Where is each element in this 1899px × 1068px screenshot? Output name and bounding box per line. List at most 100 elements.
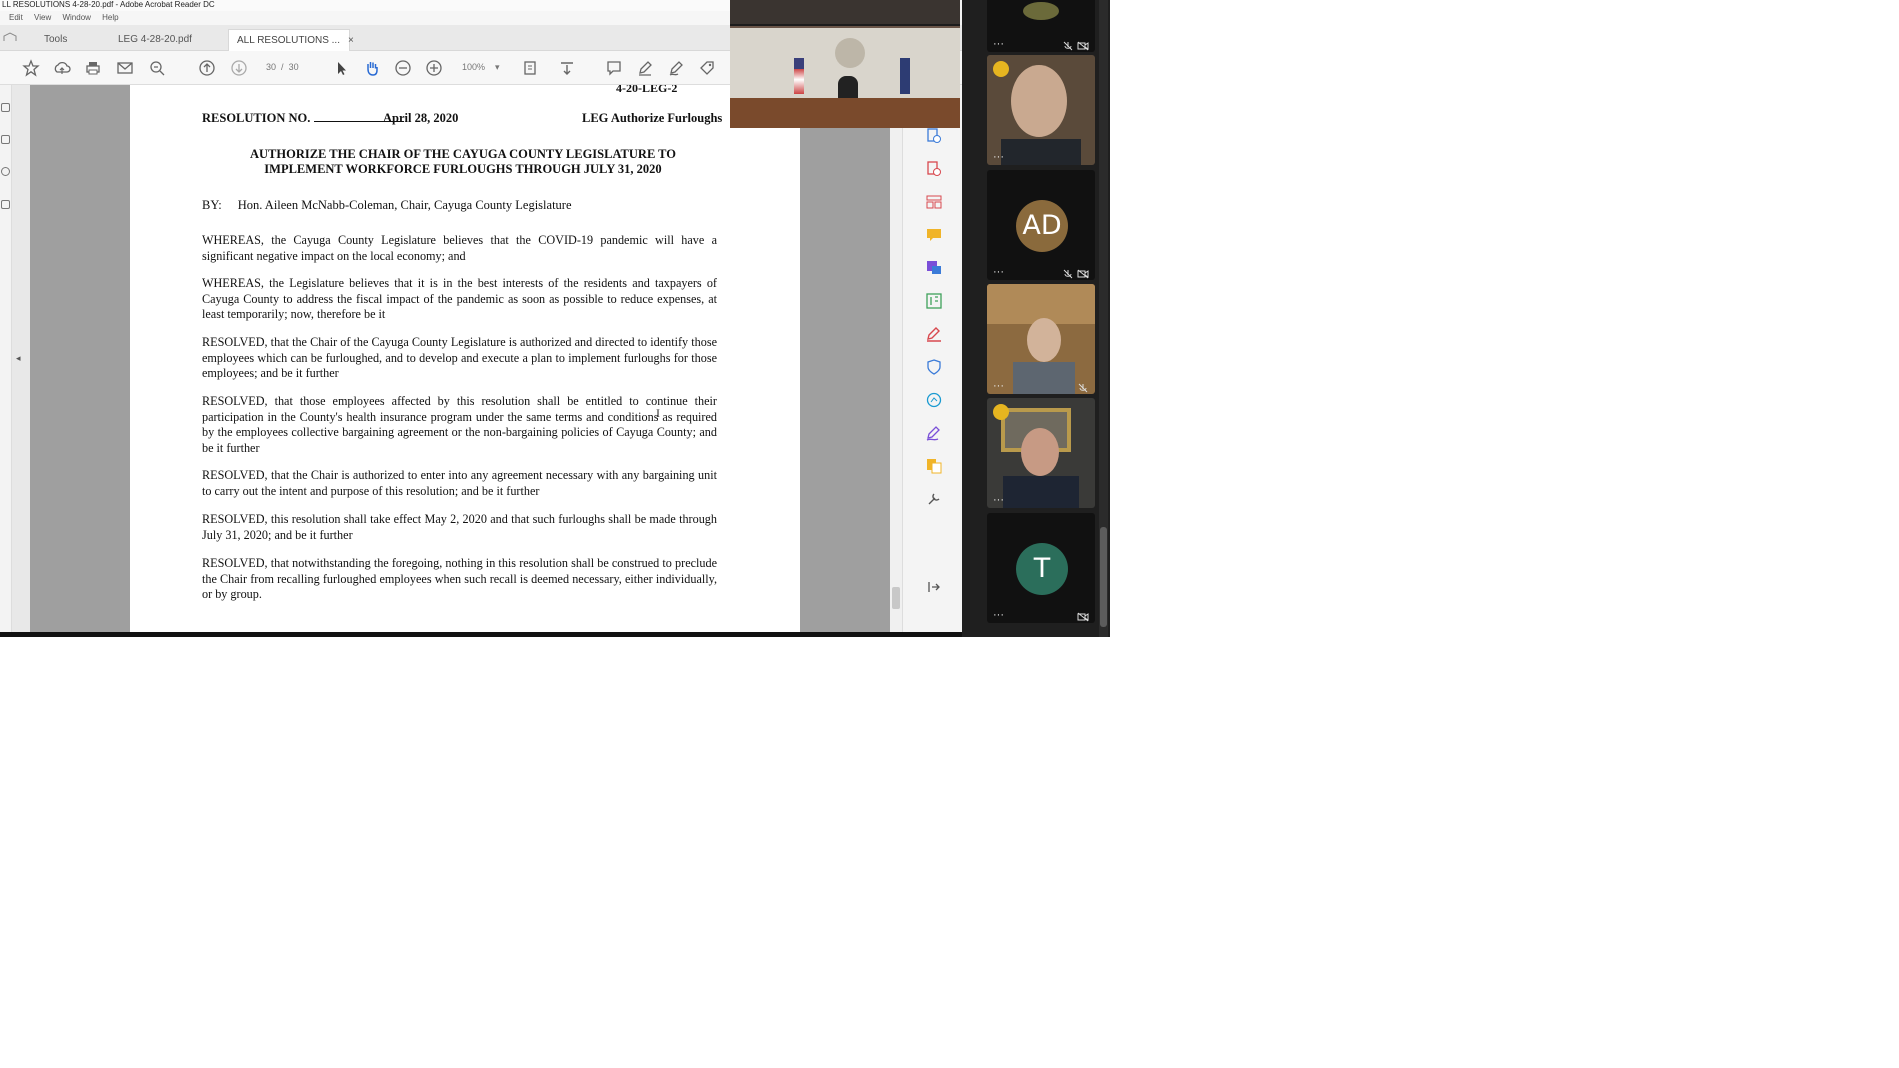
close-tab-icon[interactable]: × — [348, 35, 354, 46]
text-cursor-icon: I — [656, 406, 660, 420]
scroll-mode-icon[interactable] — [558, 59, 576, 77]
fit-page-icon[interactable] — [522, 59, 540, 77]
camera-off-icon — [1077, 38, 1089, 51]
resolved-paragraph-2: RESOLVED, that those employees affected … — [202, 394, 717, 455]
highlight-pen-icon[interactable] — [636, 59, 654, 77]
gallery-scrollbar[interactable] — [1099, 0, 1108, 637]
organize-pages-icon[interactable] — [926, 194, 942, 210]
vertical-scrollbar[interactable] — [890, 85, 902, 632]
resolution-title: AUTHORIZE THE CHAIR OF THE CAYUGA COUNTY… — [190, 147, 736, 177]
title-line-2: IMPLEMENT WORKFORCE FURLOUGHS THROUGH JU… — [264, 162, 662, 176]
avatar: AD — [1016, 200, 1068, 252]
camera-off-icon — [1077, 266, 1089, 279]
participant-tile[interactable]: T ··· — [987, 513, 1095, 623]
bookmark-icon[interactable] — [1, 103, 10, 112]
tools-pane — [902, 85, 962, 632]
menu-window[interactable]: Window — [62, 13, 90, 22]
page-number-field[interactable]: 30 / 30 — [266, 62, 299, 72]
participant-video — [1011, 65, 1067, 137]
state-flag-image — [900, 58, 910, 94]
page-down-icon[interactable] — [230, 59, 248, 77]
tab-tools[interactable]: Tools — [36, 29, 75, 51]
edit-pdf-icon[interactable] — [926, 293, 942, 309]
screen-capture: LL RESOLUTIONS 4-28-20.pdf - Adobe Acrob… — [0, 0, 1110, 637]
zoom-out-icon[interactable] — [394, 59, 412, 77]
sponsor-line: BY: Hon. Aileen McNabb-Coleman, Chair, Ca… — [202, 198, 572, 213]
zoom-in-icon[interactable] — [425, 59, 443, 77]
comment-tool-icon[interactable] — [926, 227, 942, 243]
menu-bar: Edit View Window Help — [0, 11, 730, 25]
legislature-desk-image — [730, 98, 960, 128]
participant-tile[interactable]: AD ··· — [987, 170, 1095, 280]
participant-clothing — [1013, 362, 1075, 394]
participant-clothing — [1003, 476, 1079, 508]
tab-all-resolutions[interactable]: ALL RESOLUTIONS ... × — [228, 29, 354, 51]
combine-files-icon[interactable] — [926, 458, 942, 474]
participant-tile[interactable]: ··· — [987, 0, 1095, 52]
create-pdf-icon[interactable] — [926, 128, 942, 144]
more-tools-icon[interactable] — [926, 491, 942, 507]
home-icon — [3, 32, 17, 41]
export-pdf-icon[interactable] — [926, 161, 942, 177]
room-video-feed[interactable] — [730, 0, 960, 128]
zoom-level-select[interactable]: 100% ▾ — [462, 62, 500, 73]
expand-left-pane-icon[interactable]: ◂ — [16, 353, 21, 364]
fill-sign-icon[interactable] — [926, 326, 942, 342]
participant-tile[interactable]: ··· — [987, 398, 1095, 508]
resolution-date: April 28, 2020 — [383, 111, 459, 125]
home-tab-stub[interactable] — [0, 29, 20, 51]
page-up-icon[interactable] — [198, 59, 216, 77]
top-video-strip — [730, 0, 960, 26]
menu-help[interactable]: Help — [102, 13, 118, 22]
more-options-icon[interactable]: ··· — [993, 495, 1004, 506]
participant-tile[interactable]: ··· — [987, 284, 1095, 394]
measure-icon[interactable] — [926, 392, 942, 408]
star-icon[interactable] — [22, 59, 40, 77]
resolution-number-label: RESOLUTION NO. — [202, 111, 405, 126]
more-options-icon[interactable]: ··· — [993, 152, 1004, 163]
window-title: LL RESOLUTIONS 4-28-20.pdf - Adobe Acrob… — [0, 0, 730, 11]
more-options-icon[interactable]: ··· — [993, 610, 1004, 621]
avatar: T — [1016, 543, 1068, 595]
gallery-scrollbar-thumb[interactable] — [1100, 527, 1107, 627]
menu-view[interactable]: View — [34, 13, 51, 22]
attachment-icon[interactable] — [1, 167, 10, 176]
scrollbar-thumb[interactable] — [892, 587, 900, 609]
title-line-1: AUTHORIZE THE CHAIR OF THE CAYUGA COUNTY… — [249, 147, 677, 161]
taskbar-edge — [0, 632, 962, 637]
document-view[interactable]: ◂ 4-20-LEG-2 RESOLUTION NO. April 28, 20… — [12, 85, 902, 632]
sign-pen-icon[interactable] — [926, 425, 942, 441]
print-icon[interactable] — [84, 59, 102, 77]
zoom-level: 100% — [462, 62, 486, 72]
cloud-upload-icon[interactable] — [53, 59, 71, 77]
protect-icon[interactable] — [926, 359, 942, 375]
left-navigation-pane — [0, 85, 12, 632]
tag-icon[interactable] — [698, 59, 716, 77]
sponsor-name: Hon. Aileen McNabb-Coleman, Chair, Cayug… — [237, 198, 572, 212]
hand-icon[interactable] — [363, 59, 381, 77]
speaking-indicator-icon — [993, 61, 1009, 77]
select-arrow-icon[interactable] — [332, 59, 350, 77]
more-options-icon[interactable]: ··· — [993, 267, 1004, 278]
participant-video — [1023, 2, 1059, 20]
pdf-page: 4-20-LEG-2 RESOLUTION NO. April 28, 2020… — [130, 85, 800, 632]
comment-icon[interactable] — [605, 59, 623, 77]
collapse-pane-icon[interactable] — [926, 579, 942, 595]
more-options-icon[interactable]: ··· — [993, 381, 1004, 392]
mail-icon[interactable] — [116, 59, 134, 77]
right-gutter: ◂ — [800, 85, 902, 632]
zoom-out-search-icon[interactable] — [148, 59, 166, 77]
page-thumbnails-icon[interactable] — [1, 135, 10, 144]
sign-icon[interactable] — [667, 59, 685, 77]
participant-tile[interactable]: ··· — [987, 55, 1095, 165]
resolved-paragraph-5: RESOLVED, that notwithstanding the foreg… — [202, 556, 717, 601]
more-options-icon[interactable]: ··· — [993, 39, 1004, 50]
tab-leg-pdf[interactable]: LEG 4-28-20.pdf — [110, 29, 200, 51]
participant-gallery: ··· ··· AD ··· ··· ··· T ··· — [962, 0, 1110, 637]
send-sign-icon[interactable] — [926, 260, 942, 276]
menu-edit[interactable]: Edit — [9, 13, 23, 22]
muted-mic-icon — [1063, 266, 1073, 279]
layers-icon[interactable] — [1, 200, 10, 209]
resolved-paragraph-3: RESOLVED, that the Chair is authorized t… — [202, 468, 717, 498]
resolution-short-title: LEG Authorize Furloughs — [582, 111, 723, 125]
